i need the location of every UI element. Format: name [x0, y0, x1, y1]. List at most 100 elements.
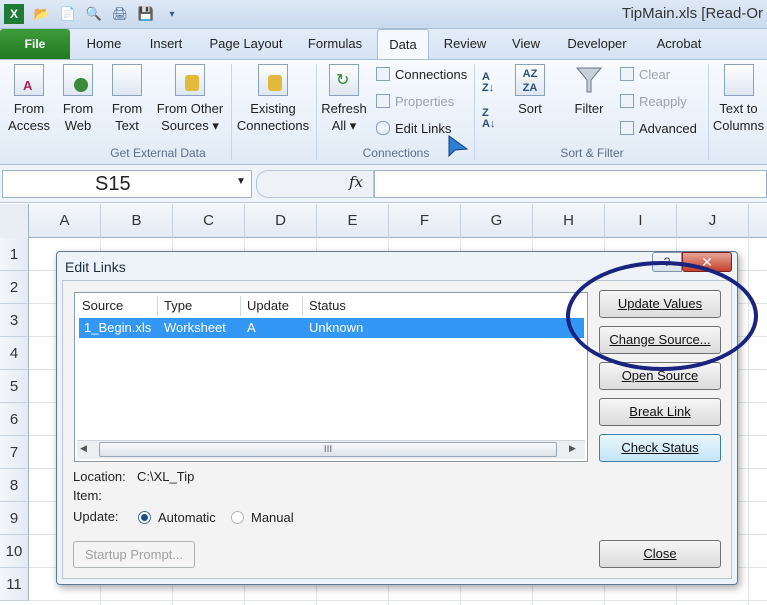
from-text-button[interactable]: From Text	[104, 64, 150, 134]
column-header[interactable]: J	[677, 204, 749, 238]
radio-automatic-label[interactable]: Automatic	[158, 510, 216, 525]
group-separator	[231, 64, 232, 160]
access-icon: A	[14, 64, 44, 96]
filter-button[interactable]: Filter	[566, 64, 612, 117]
new-icon[interactable]: 📄	[58, 4, 78, 24]
column-header[interactable]: B	[101, 204, 173, 238]
existing-connections-button[interactable]: Existing Connections	[234, 64, 312, 134]
column-header-type[interactable]: Type	[158, 296, 241, 316]
row-header[interactable]: 10	[0, 535, 29, 568]
row-header[interactable]: 7	[0, 436, 29, 469]
refresh-all-button[interactable]: ↻ Refresh All ▾	[318, 64, 370, 134]
tab-review[interactable]: Review	[436, 29, 494, 59]
other-sources-icon	[175, 64, 205, 96]
from-access-button[interactable]: A From Access	[4, 64, 54, 134]
reapply-icon	[620, 94, 634, 108]
sort-ascending-icon[interactable]: A Z↓	[482, 72, 502, 94]
connections-button[interactable]: Connections	[376, 65, 467, 85]
row-header[interactable]: 6	[0, 403, 29, 436]
radio-manual-label[interactable]: Manual	[251, 510, 294, 525]
tab-file[interactable]: File	[0, 29, 70, 59]
row-header[interactable]: 1	[0, 238, 29, 271]
column-header[interactable]: E	[317, 204, 389, 238]
name-box-dropdown-icon[interactable]: ▼	[236, 176, 246, 187]
insert-function-icon[interactable]: fx	[349, 173, 363, 191]
text-to-columns-icon	[723, 64, 754, 96]
column-header[interactable]: C	[173, 204, 245, 238]
row-header[interactable]: 5	[0, 370, 29, 403]
sort-descending-icon[interactable]: Z A↓	[482, 108, 502, 130]
grid-line	[29, 600, 767, 601]
tab-data[interactable]: Data	[377, 29, 429, 59]
funnel-icon	[574, 64, 604, 96]
item-label: Item:	[73, 488, 102, 503]
startup-prompt-button[interactable]: Startup Prompt...	[73, 541, 195, 568]
column-header[interactable]: D	[245, 204, 317, 238]
column-header[interactable]: A	[29, 204, 101, 238]
location-label: Location:	[73, 469, 126, 484]
column-header-source[interactable]: Source	[76, 296, 158, 316]
clear-filter-button[interactable]: Clear	[620, 65, 670, 85]
properties-button[interactable]: Properties	[376, 92, 454, 112]
advanced-filter-button[interactable]: Advanced	[620, 119, 697, 139]
row-header[interactable]: 8	[0, 469, 29, 502]
formula-input[interactable]	[374, 170, 767, 198]
excel-logo-icon: X	[4, 4, 24, 24]
group-label-connections: Connections	[362, 146, 430, 160]
column-header[interactable]: G	[461, 204, 533, 238]
row-source: 1_Begin.xls	[84, 320, 152, 335]
column-header[interactable]: F	[389, 204, 461, 238]
tab-view[interactable]: View	[500, 29, 552, 59]
from-web-button[interactable]: From Web	[56, 64, 100, 134]
row-header[interactable]: 11	[0, 568, 29, 601]
chain-link-icon	[376, 121, 390, 135]
text-to-columns-button[interactable]: Text to Columns	[710, 64, 767, 134]
update-label: Update:	[73, 509, 119, 524]
row-header[interactable]: 4	[0, 337, 29, 370]
column-header[interactable]: I	[605, 204, 677, 238]
tab-developer[interactable]: Developer	[558, 29, 636, 59]
print-preview-icon[interactable]: 🔍	[84, 4, 104, 24]
text-file-icon	[112, 64, 142, 96]
group-separator	[474, 64, 475, 160]
close-button[interactable]: Close	[599, 540, 721, 568]
column-header-update[interactable]: Update	[241, 296, 303, 316]
dialog-title: Edit Links	[65, 259, 126, 275]
check-status-button[interactable]: Check Status	[599, 434, 721, 462]
row-header[interactable]: 3	[0, 304, 29, 337]
clear-filter-icon	[620, 67, 634, 81]
reapply-button[interactable]: Reapply	[620, 92, 687, 112]
refresh-icon: ↻	[329, 64, 359, 96]
tab-acrobat[interactable]: Acrobat	[645, 29, 713, 59]
sort-button[interactable]: AZ ZA Sort	[508, 64, 552, 117]
existing-connections-icon	[258, 64, 288, 96]
row-update: A	[247, 320, 256, 335]
tab-formulas[interactable]: Formulas	[298, 29, 372, 59]
column-header[interactable]: H	[533, 204, 605, 238]
connections-icon	[376, 67, 390, 81]
radio-automatic[interactable]	[138, 511, 151, 524]
scroll-left-icon[interactable]: ◀	[80, 443, 87, 454]
customize-qat-icon[interactable]: ▾	[162, 4, 182, 24]
radio-manual[interactable]	[231, 511, 244, 524]
print-icon[interactable]: 🖨	[110, 4, 130, 24]
select-all-corner[interactable]	[0, 204, 29, 238]
save-icon[interactable]: 💾	[136, 4, 156, 24]
row-header[interactable]: 9	[0, 502, 29, 535]
name-box[interactable]: S15	[2, 170, 252, 198]
tab-page-layout[interactable]: Page Layout	[198, 29, 294, 59]
group-label-get-external-data: Get External Data	[110, 146, 206, 160]
break-link-button[interactable]: Break Link	[599, 398, 721, 426]
edit-links-button[interactable]: Edit Links	[376, 119, 451, 139]
scroll-right-icon[interactable]: ▶	[569, 443, 576, 454]
row-type: Worksheet	[164, 320, 226, 335]
row-header[interactable]: 2	[0, 271, 29, 304]
scroll-thumb[interactable]: III	[99, 442, 557, 457]
open-icon[interactable]: 📂	[32, 4, 52, 24]
tab-home[interactable]: Home	[74, 29, 134, 59]
window-title: TipMain.xls [Read-Or	[621, 5, 763, 22]
tab-insert[interactable]: Insert	[136, 29, 196, 59]
web-globe-icon	[63, 64, 93, 96]
from-other-sources-button[interactable]: From Other Sources ▾	[152, 64, 228, 134]
column-header-status[interactable]: Status	[303, 296, 585, 316]
